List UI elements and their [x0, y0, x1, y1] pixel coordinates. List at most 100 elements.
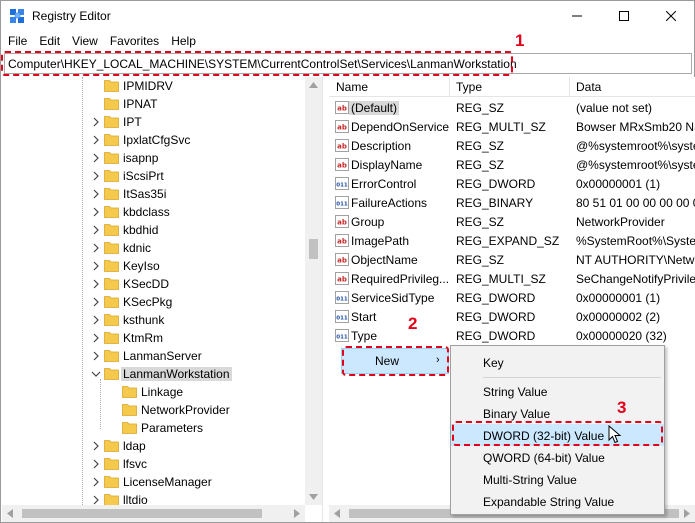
pane-splitter[interactable] [322, 77, 329, 522]
tree-vertical-scroll-thumb[interactable] [309, 239, 318, 259]
tree-item[interactable]: NetworkProvider [2, 401, 306, 419]
chevron-right-icon[interactable] [91, 206, 101, 218]
submenu-item-key[interactable]: Key [451, 351, 664, 373]
scroll-left-arrow-icon[interactable] [334, 509, 340, 518]
value-row[interactable]: ab DisplayName REG_SZ @%systemroot%\syste [329, 155, 695, 174]
tree-item-label: lfsvc [123, 457, 147, 471]
submenu-item-multi-string-value[interactable]: Multi-String Value [451, 468, 664, 490]
menu-file[interactable]: File [1, 32, 33, 52]
column-divider[interactable] [569, 77, 570, 97]
chevron-right-icon[interactable] [91, 134, 101, 146]
tree-item[interactable]: isapnp [2, 149, 306, 167]
tree-item[interactable]: ItSas35i [2, 185, 306, 203]
value-row[interactable]: ab ObjectName REG_SZ NT AUTHORITY\Networ [329, 250, 695, 269]
tree-item[interactable]: KSecPkg [2, 293, 306, 311]
tree-item[interactable]: kdnic [2, 239, 306, 257]
value-row[interactable]: ab Group REG_SZ NetworkProvider [329, 212, 695, 231]
tree-item[interactable]: lfsvc [2, 455, 306, 473]
scroll-right-arrow-icon[interactable] [294, 509, 300, 518]
tree-item[interactable]: lltdio [2, 491, 306, 505]
tree-item[interactable]: ldap [2, 437, 306, 455]
chevron-right-icon[interactable] [91, 278, 101, 290]
key-tree[interactable]: IPMIDRV IPNAT IPT IpxlatCfgSvc isapnp iScsiPr… [2, 77, 322, 505]
chevron-right-icon[interactable] [91, 476, 101, 488]
menu-view[interactable]: View [66, 32, 104, 52]
value-row[interactable]: 011 Type REG_DWORD 0x00000020 (32) [329, 326, 695, 345]
value-row[interactable]: 011 Start REG_DWORD 0x00000002 (2) [329, 307, 695, 326]
tree-item[interactable]: IPT [2, 113, 306, 131]
value-row[interactable]: ab ImagePath REG_EXPAND_SZ %SystemRoot%\Sys… [329, 231, 695, 250]
value-data: (value not set) [576, 101, 653, 115]
tree-item[interactable]: kbdclass [2, 203, 306, 221]
scroll-down-arrow-icon[interactable] [309, 494, 318, 500]
chevron-right-icon[interactable] [91, 116, 101, 128]
chevron-right-icon[interactable] [91, 332, 101, 344]
chevron-right-icon[interactable] [91, 494, 101, 505]
submenu-item-string-value[interactable]: String Value [451, 380, 664, 402]
chevron-right-icon[interactable] [91, 170, 101, 182]
column-divider[interactable] [449, 77, 450, 97]
chevron-right-icon[interactable] [91, 242, 101, 254]
maximize-button[interactable] [601, 1, 647, 31]
column-header-name[interactable]: Name [336, 80, 368, 94]
scroll-left-arrow-icon[interactable] [7, 509, 13, 518]
callout-number-1: 1 [515, 31, 525, 50]
folder-icon [104, 152, 119, 164]
tree-item[interactable]: KeyIso [2, 257, 306, 275]
callout-box-dword [452, 421, 663, 446]
chevron-right-icon[interactable] [91, 188, 101, 200]
tree-item[interactable]: ksthunk [2, 311, 306, 329]
chevron-right-icon[interactable] [91, 296, 101, 308]
maximize-icon [619, 11, 629, 21]
tree-horizontal-scroll-thumb[interactable] [22, 509, 262, 518]
tree-item[interactable]: IPMIDRV [2, 77, 306, 95]
tree-item[interactable]: Parameters [2, 419, 306, 437]
submenu-item-qword-value[interactable]: QWORD (64-bit) Value [451, 446, 664, 468]
close-button[interactable] [648, 1, 694, 31]
value-name: RequiredPrivileg... [351, 272, 450, 286]
tree-item[interactable]: LanmanWorkstation [2, 365, 306, 383]
column-header-type[interactable]: Type [456, 80, 482, 94]
tree-item[interactable]: Linkage [2, 383, 306, 401]
value-row[interactable]: ab (Default) REG_SZ (value not set) [329, 98, 695, 117]
tree-item[interactable]: IpxlatCfgSvc [2, 131, 306, 149]
menu-favorites[interactable]: Favorites [104, 32, 165, 52]
value-row[interactable]: ab Description REG_SZ @%systemroot%\syste [329, 136, 695, 155]
menu-edit[interactable]: Edit [33, 32, 66, 52]
value-row[interactable]: 011 ServiceSidType REG_DWORD 0x00000001 (1) [329, 288, 695, 307]
chevron-down-icon[interactable] [91, 368, 101, 380]
tree-vertical-scrollbar[interactable] [305, 77, 322, 505]
tree-item[interactable]: iScsiPrt [2, 167, 306, 185]
scroll-up-arrow-icon[interactable] [309, 82, 318, 88]
tree-item[interactable]: kbdhid [2, 221, 306, 239]
svg-text:ab: ab [337, 143, 347, 151]
chevron-right-icon[interactable] [91, 314, 101, 326]
tree-item[interactable]: LanmanServer [2, 347, 306, 365]
chevron-right-icon[interactable] [91, 152, 101, 164]
submenu-item-expandable-string-value[interactable]: Expandable String Value [451, 490, 664, 512]
chevron-right-icon[interactable] [91, 458, 101, 470]
minimize-button[interactable] [554, 1, 600, 31]
callout-number-2: 2 [408, 314, 418, 333]
tree-item-label: kbdclass [123, 205, 170, 219]
tree-item[interactable]: KtmRm [2, 329, 306, 347]
chevron-right-icon[interactable] [91, 224, 101, 236]
minimize-icon [572, 15, 582, 17]
column-header-data[interactable]: Data [576, 80, 601, 94]
binary-value-icon: 011 [335, 310, 349, 323]
tree-item[interactable]: KSecDD [2, 275, 306, 293]
value-row[interactable]: 011 FailureActions REG_BINARY 80 51 01 00 0… [329, 193, 695, 212]
tree-item[interactable]: IPNAT [2, 95, 306, 113]
value-row[interactable]: 011 ErrorControl REG_DWORD 0x00000001 (1) [329, 174, 695, 193]
tree-item-label: KSecPkg [123, 295, 173, 309]
value-row[interactable]: ab RequiredPrivileg... REG_MULTI_SZ SeChang… [329, 269, 695, 288]
tree-horizontal-scrollbar[interactable] [2, 505, 305, 522]
chevron-right-icon[interactable] [91, 440, 101, 452]
chevron-right-icon[interactable] [91, 350, 101, 362]
chevron-right-icon[interactable] [91, 260, 101, 272]
callout-box-address [1, 51, 513, 76]
menu-help[interactable]: Help [165, 32, 202, 52]
scroll-right-arrow-icon[interactable] [684, 509, 690, 518]
value-row[interactable]: ab DependOnService REG_MULTI_SZ Bowser MRxS… [329, 117, 695, 136]
tree-item[interactable]: LicenseManager [2, 473, 306, 491]
